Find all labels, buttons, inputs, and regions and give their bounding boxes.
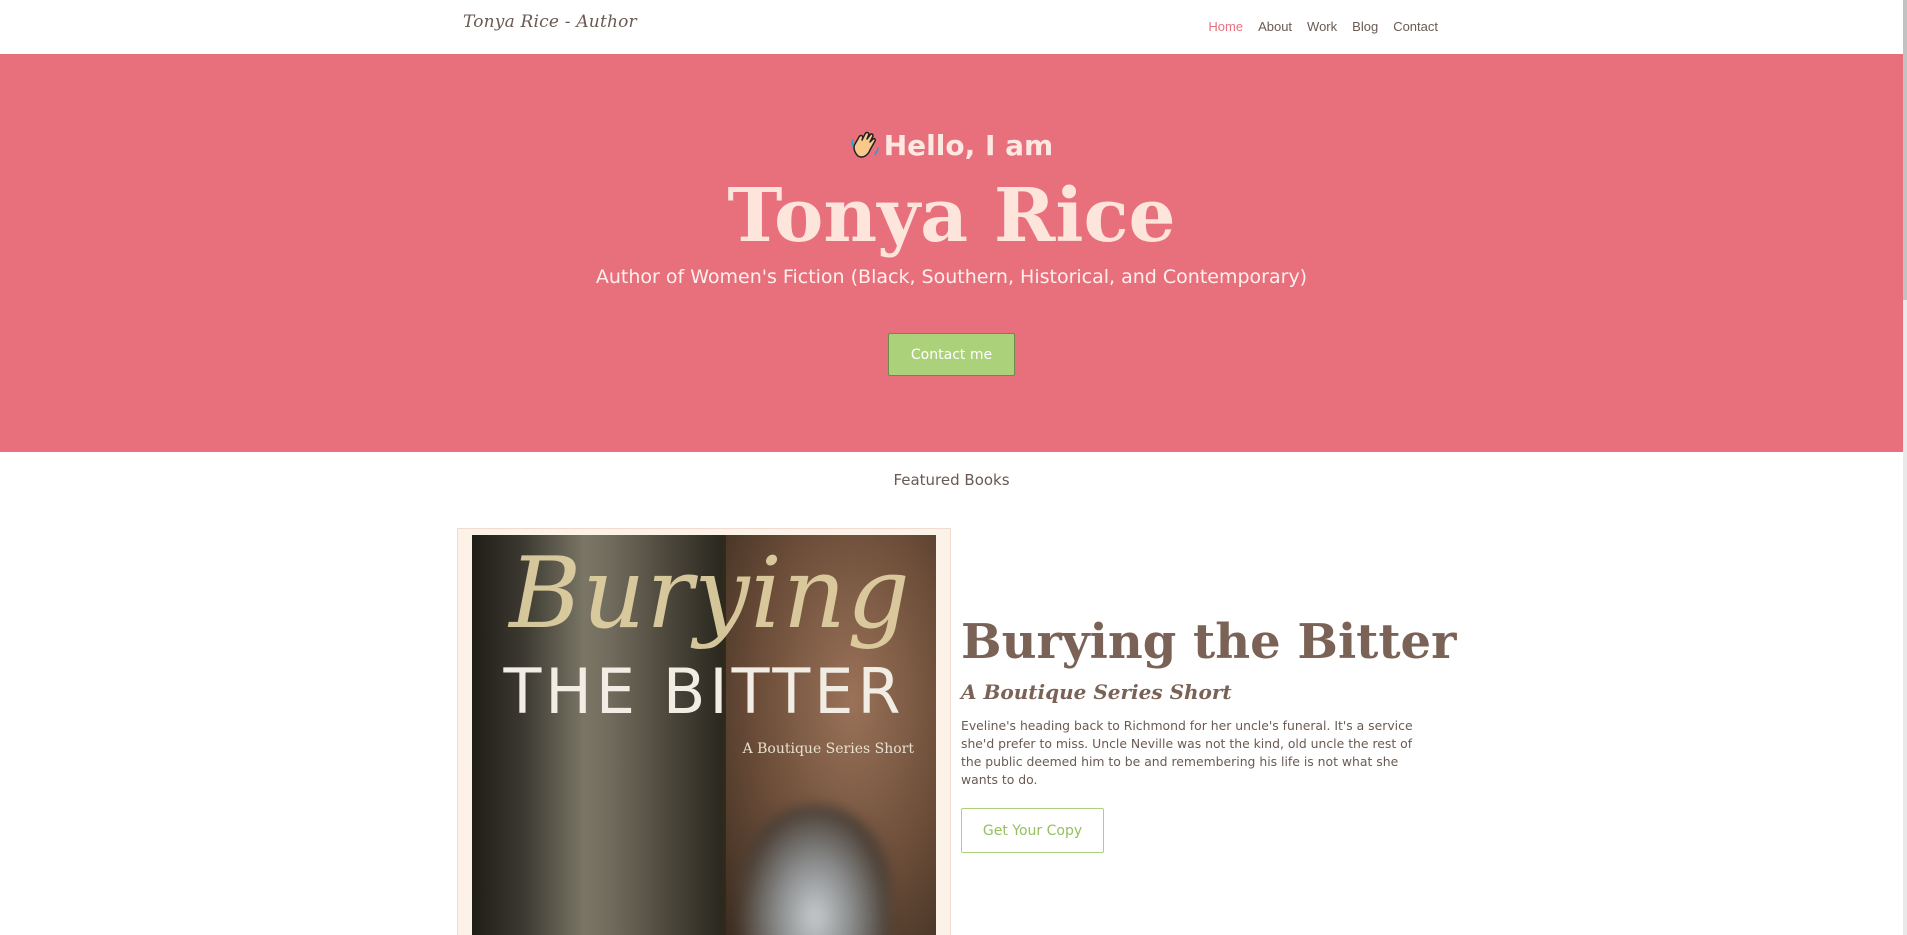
book-title: Burying the Bitter [961,614,1457,670]
navbar: Tonya Rice - Author Home About Work Blog… [0,0,1903,54]
brand-logo[interactable]: Tonya Rice - Author [463,12,637,32]
nav-item-home: Home [1208,18,1243,36]
scrollbar-thumb[interactable] [1903,0,1907,300]
nav-link-home[interactable]: Home [1208,19,1243,34]
cover-series-text: A Boutique Series Short [742,741,914,757]
book-description: Eveline's heading back to Richmond for h… [961,718,1413,787]
page: Tonya Rice - Author Home About Work Blog… [0,0,1907,935]
nav-link-about[interactable]: About [1258,19,1292,34]
book-subtitle: A Boutique Series Short [961,680,1232,704]
get-your-copy-button[interactable]: Get Your Copy [961,808,1104,853]
nav-item-work: Work [1307,18,1337,36]
waving-hand-icon [850,130,880,162]
nav-link-contact[interactable]: Contact [1393,19,1438,34]
nav-links: Home About Work Blog Contact [1208,18,1438,36]
greeting-text: Hello, I am [883,129,1054,162]
featured-books-heading: Featured Books [893,471,1010,489]
hero-name: Tonya Rice [727,173,1176,259]
cover-title-text: THE BITTER [503,655,905,728]
vertical-scrollbar[interactable] [1903,0,1907,935]
book-cover-image[interactable]: Burying THE BITTER A Boutique Series Sho… [472,535,936,935]
nav-item-blog: Blog [1352,18,1378,36]
nav-link-blog[interactable]: Blog [1352,19,1378,34]
hero-subtitle: Author of Women's Fiction (Black, Southe… [595,266,1308,288]
nav-link-work[interactable]: Work [1307,19,1337,34]
nav-item-contact: Contact [1393,18,1438,36]
hero-section: Hello, I am Tonya Rice Author of Women's… [0,54,1903,452]
cover-script-text: Burying [509,537,911,651]
nav-item-about: About [1258,18,1292,36]
contact-me-button[interactable]: Contact me [888,333,1015,376]
hero-greeting: Hello, I am [0,129,1903,162]
